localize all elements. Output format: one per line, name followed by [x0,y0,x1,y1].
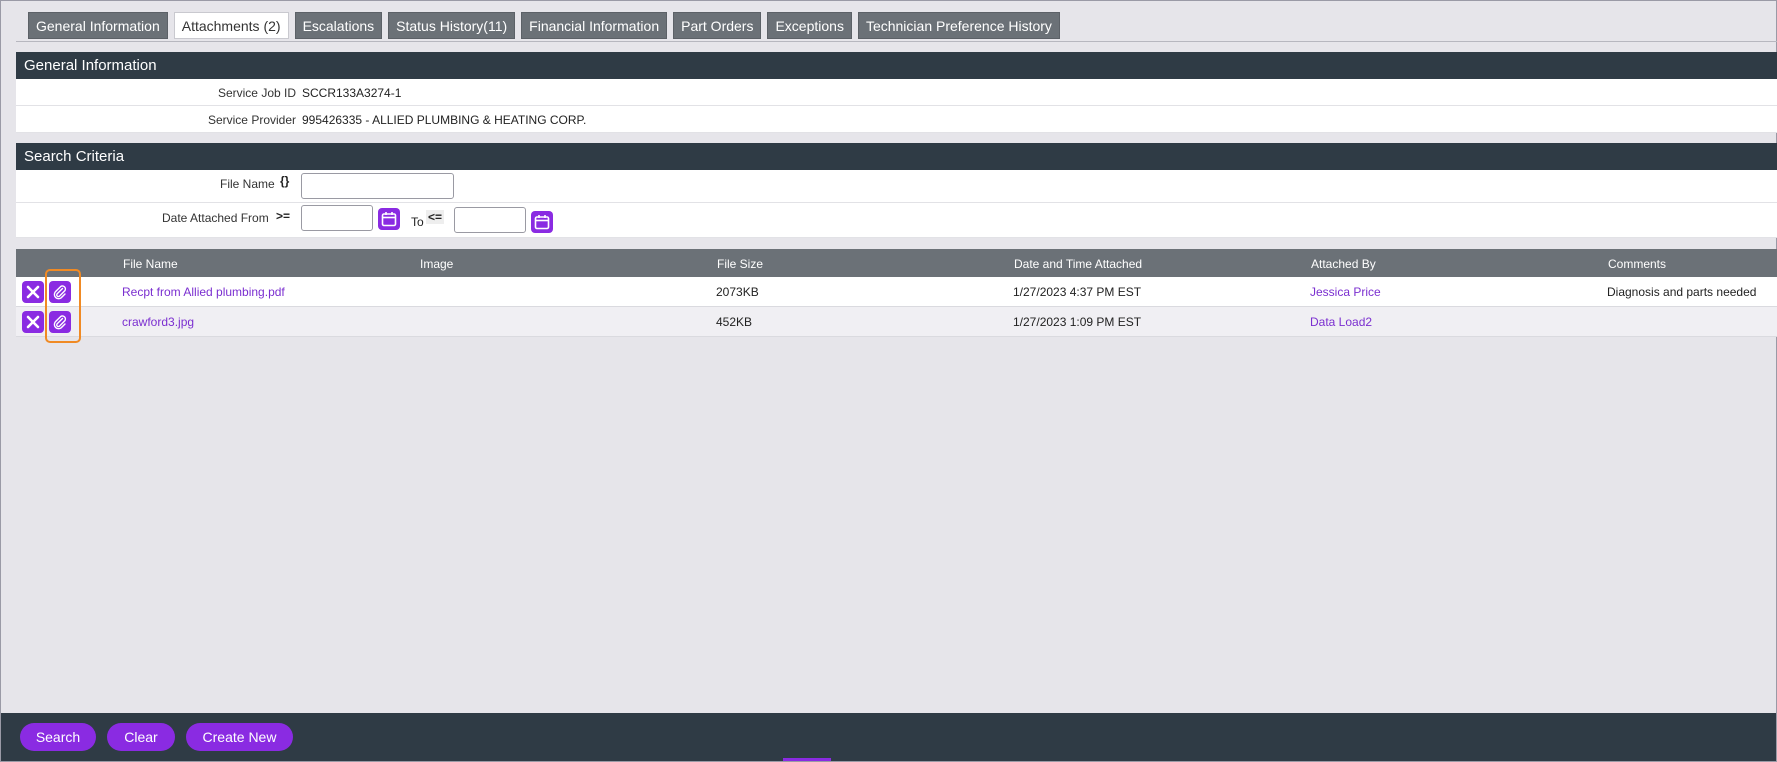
file-name-link[interactable]: crawford3.jpg [122,315,194,329]
footer-bar: Search Clear Create New [1,713,1776,761]
calendar-icon [534,215,550,230]
column-header-image[interactable]: Image [420,257,453,271]
date-to-calendar-button[interactable] [531,211,553,233]
attached-by-link[interactable]: Jessica Price [1310,285,1381,299]
table-header: File Name Image File Size Date and Time … [16,249,1777,277]
column-header-file-name[interactable]: File Name [123,257,178,271]
tab-status-history[interactable]: Status History(11) [388,12,516,39]
delete-button[interactable] [22,311,44,333]
tab-exceptions[interactable]: Exceptions [767,12,852,39]
attachments-table: File Name Image File Size Date and Time … [16,249,1777,337]
delete-icon [26,285,40,299]
table-row: crawford3.jpg 452KB 1/27/2023 1:09 PM ES… [16,307,1777,337]
date-to-label: To [411,215,424,229]
search-criteria-header: Search Criteria [16,143,1777,170]
attachment-buttons-highlight [45,269,81,343]
date-from-input[interactable] [301,205,373,231]
scroll-indicator [783,758,831,761]
tab-general-information[interactable]: General Information [28,12,168,39]
general-info-panel: Service Job ID SCCR133A3274-1 Service Pr… [16,79,1777,133]
file-size-cell: 2073KB [716,285,759,299]
date-from-operator: >= [276,209,291,223]
comments-cell: Diagnosis and parts needed [1607,285,1757,299]
file-name-row: File Name {} [16,170,1777,203]
date-attached-cell: 1/27/2023 4:37 PM EST [1013,285,1142,299]
delete-icon [26,315,40,329]
general-info-header: General Information [16,52,1777,79]
file-name-input[interactable] [301,173,454,199]
service-provider-value: 995426335 - ALLIED PLUMBING & HEATING CO… [302,113,587,127]
column-header-comments[interactable]: Comments [1608,257,1666,271]
tab-escalations[interactable]: Escalations [294,12,383,39]
date-from-label: Date Attached From [162,211,269,225]
search-criteria-panel: File Name {} Date Attached From >= To <= [16,170,1777,238]
tab-financial-information[interactable]: Financial Information [521,12,668,39]
file-name-operator: {} [280,174,290,188]
service-job-id-label: Service Job ID [217,86,296,100]
service-job-id-value: SCCR133A3274-1 [302,86,402,100]
service-job-id-row: Service Job ID SCCR133A3274-1 [16,79,1777,106]
tab-part-orders[interactable]: Part Orders [673,12,762,39]
file-size-cell: 452KB [716,315,753,329]
date-from-calendar-button[interactable] [378,208,400,230]
date-attached-cell: 1/27/2023 1:09 PM EST [1013,315,1142,329]
column-header-file-size[interactable]: File Size [717,257,763,271]
tab-divider [16,41,1777,42]
date-to-input[interactable] [454,207,526,233]
delete-button[interactable] [22,281,44,303]
create-new-button[interactable]: Create New [186,723,293,751]
attached-by-link[interactable]: Data Load2 [1310,315,1372,329]
file-name-link[interactable]: Recpt from Allied plumbing.pdf [122,285,285,299]
tab-attachments[interactable]: Attachments (2) [173,12,289,39]
file-name-label: File Name [220,177,275,191]
clear-button[interactable]: Clear [107,723,175,751]
tab-bar: General Information Attachments (2) Esca… [28,12,1060,39]
table-row: Recpt from Allied plumbing.pdf 2073KB 1/… [16,277,1777,307]
column-header-date-attached[interactable]: Date and Time Attached [1014,257,1142,271]
search-button[interactable]: Search [20,723,96,751]
date-to-operator: <= [426,210,445,224]
service-provider-label: Service Provider [207,113,296,127]
column-header-attached-by[interactable]: Attached By [1311,257,1376,271]
service-provider-row: Service Provider 995426335 - ALLIED PLUM… [16,106,1777,133]
calendar-icon [381,212,397,227]
tab-technician-preference-history[interactable]: Technician Preference History [857,12,1060,39]
date-attached-row: Date Attached From >= To <= [16,203,1777,238]
